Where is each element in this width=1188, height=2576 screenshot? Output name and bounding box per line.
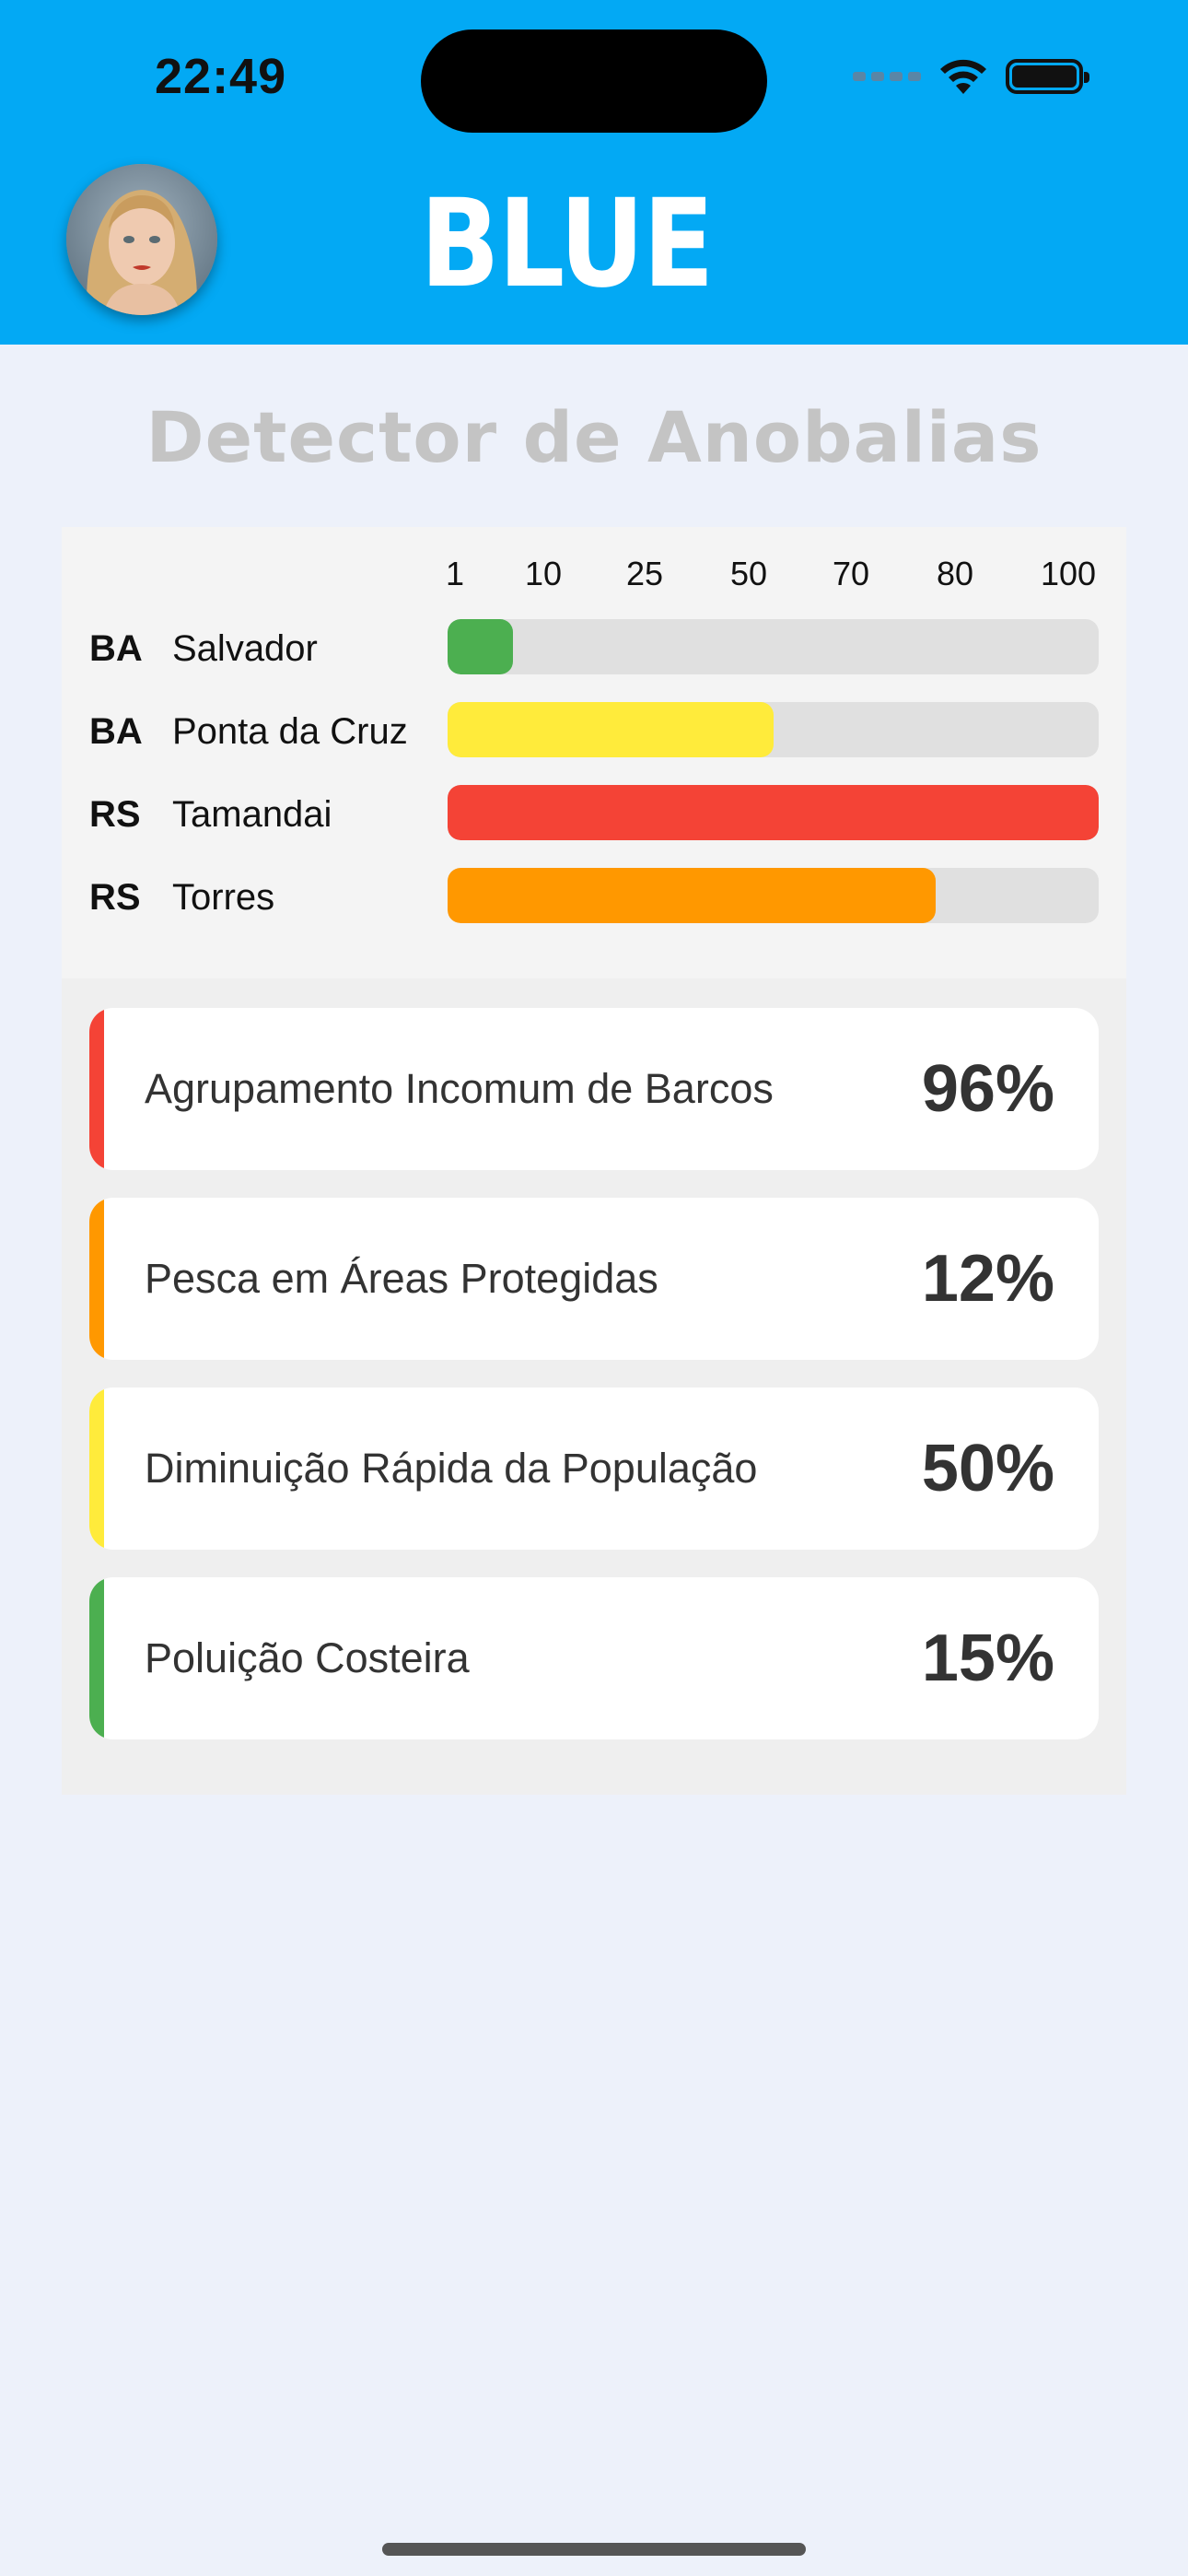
anomaly-percentage: 96% (921, 1052, 1054, 1126)
anomaly-card[interactable]: Diminuição Rápida da População 50% (89, 1388, 1099, 1550)
location-bar-row[interactable]: BA Salvador (62, 619, 1126, 674)
anomaly-percentage: 15% (921, 1622, 1054, 1695)
wifi-icon (938, 57, 989, 96)
anomaly-percentage: 12% (921, 1242, 1054, 1316)
status-icons (853, 57, 1089, 96)
cellular-signal-icon (853, 72, 921, 81)
status-time: 22:49 (155, 49, 287, 104)
level-bar-fill (448, 785, 1099, 840)
anomaly-card[interactable]: Pesca em Áreas Protegidas 12% (89, 1198, 1099, 1360)
anomaly-list: Agrupamento Incomum de Barcos 96% Pesca em… (62, 978, 1126, 1795)
city-name: Salvador (172, 628, 318, 669)
anomaly-label: Poluição Costeira (145, 1634, 470, 1681)
scale-label: 1 (445, 555, 465, 592)
anomaly-label: Pesca em Áreas Protegidas (145, 1255, 658, 1302)
state-code: BA (89, 628, 143, 669)
anomaly-card[interactable]: Poluição Costeira 15% (89, 1577, 1099, 1739)
home-indicator[interactable] (382, 2543, 806, 2556)
level-bar-track (448, 702, 1099, 757)
anomaly-label: Diminuição Rápida da População (145, 1445, 758, 1492)
state-code: RS (89, 794, 141, 835)
anomaly-label: Agrupamento Incomum de Barcos (145, 1065, 774, 1112)
app-title: BLUE (420, 173, 714, 315)
app-header: 22:49 BLUE (0, 0, 1188, 345)
location-bar-row[interactable]: BA Ponta da Cruz (62, 702, 1126, 757)
level-bar-track (448, 619, 1099, 674)
severity-accent (89, 1008, 104, 1170)
anomaly-level-panel: 1 10 25 50 70 80 100 BA Salvador BA Ponta da Cruz… (62, 527, 1126, 978)
severity-accent (89, 1577, 104, 1739)
city-name: Torres (172, 877, 275, 918)
level-bar-fill (448, 619, 513, 674)
location-bar-row[interactable]: RS Tamandai (62, 785, 1126, 840)
severity-accent (89, 1198, 104, 1360)
city-name: Ponta da Cruz (172, 711, 408, 752)
level-bar-fill (448, 702, 774, 757)
severity-accent (89, 1388, 104, 1550)
dynamic-island (421, 29, 767, 133)
scale-label: 50 (729, 555, 768, 592)
battery-icon (1006, 59, 1089, 94)
state-code: BA (89, 711, 143, 752)
page-title: Detector de Anobalias (146, 396, 1042, 478)
level-bar-fill (448, 868, 937, 923)
scale-label: 10 (524, 555, 563, 592)
scale-label: 25 (625, 555, 664, 592)
scale-label: 70 (832, 555, 870, 592)
state-code: RS (89, 877, 141, 918)
anomaly-percentage: 50% (921, 1432, 1054, 1505)
anomaly-card[interactable]: Agrupamento Incomum de Barcos 96% (89, 1008, 1099, 1170)
city-name: Tamandai (172, 794, 332, 835)
level-bar-track (448, 785, 1099, 840)
scale-label: 100 (1040, 555, 1097, 592)
location-bar-row[interactable]: RS Torres (62, 868, 1126, 923)
scale-label: 80 (936, 555, 974, 592)
level-bar-track (448, 868, 1099, 923)
